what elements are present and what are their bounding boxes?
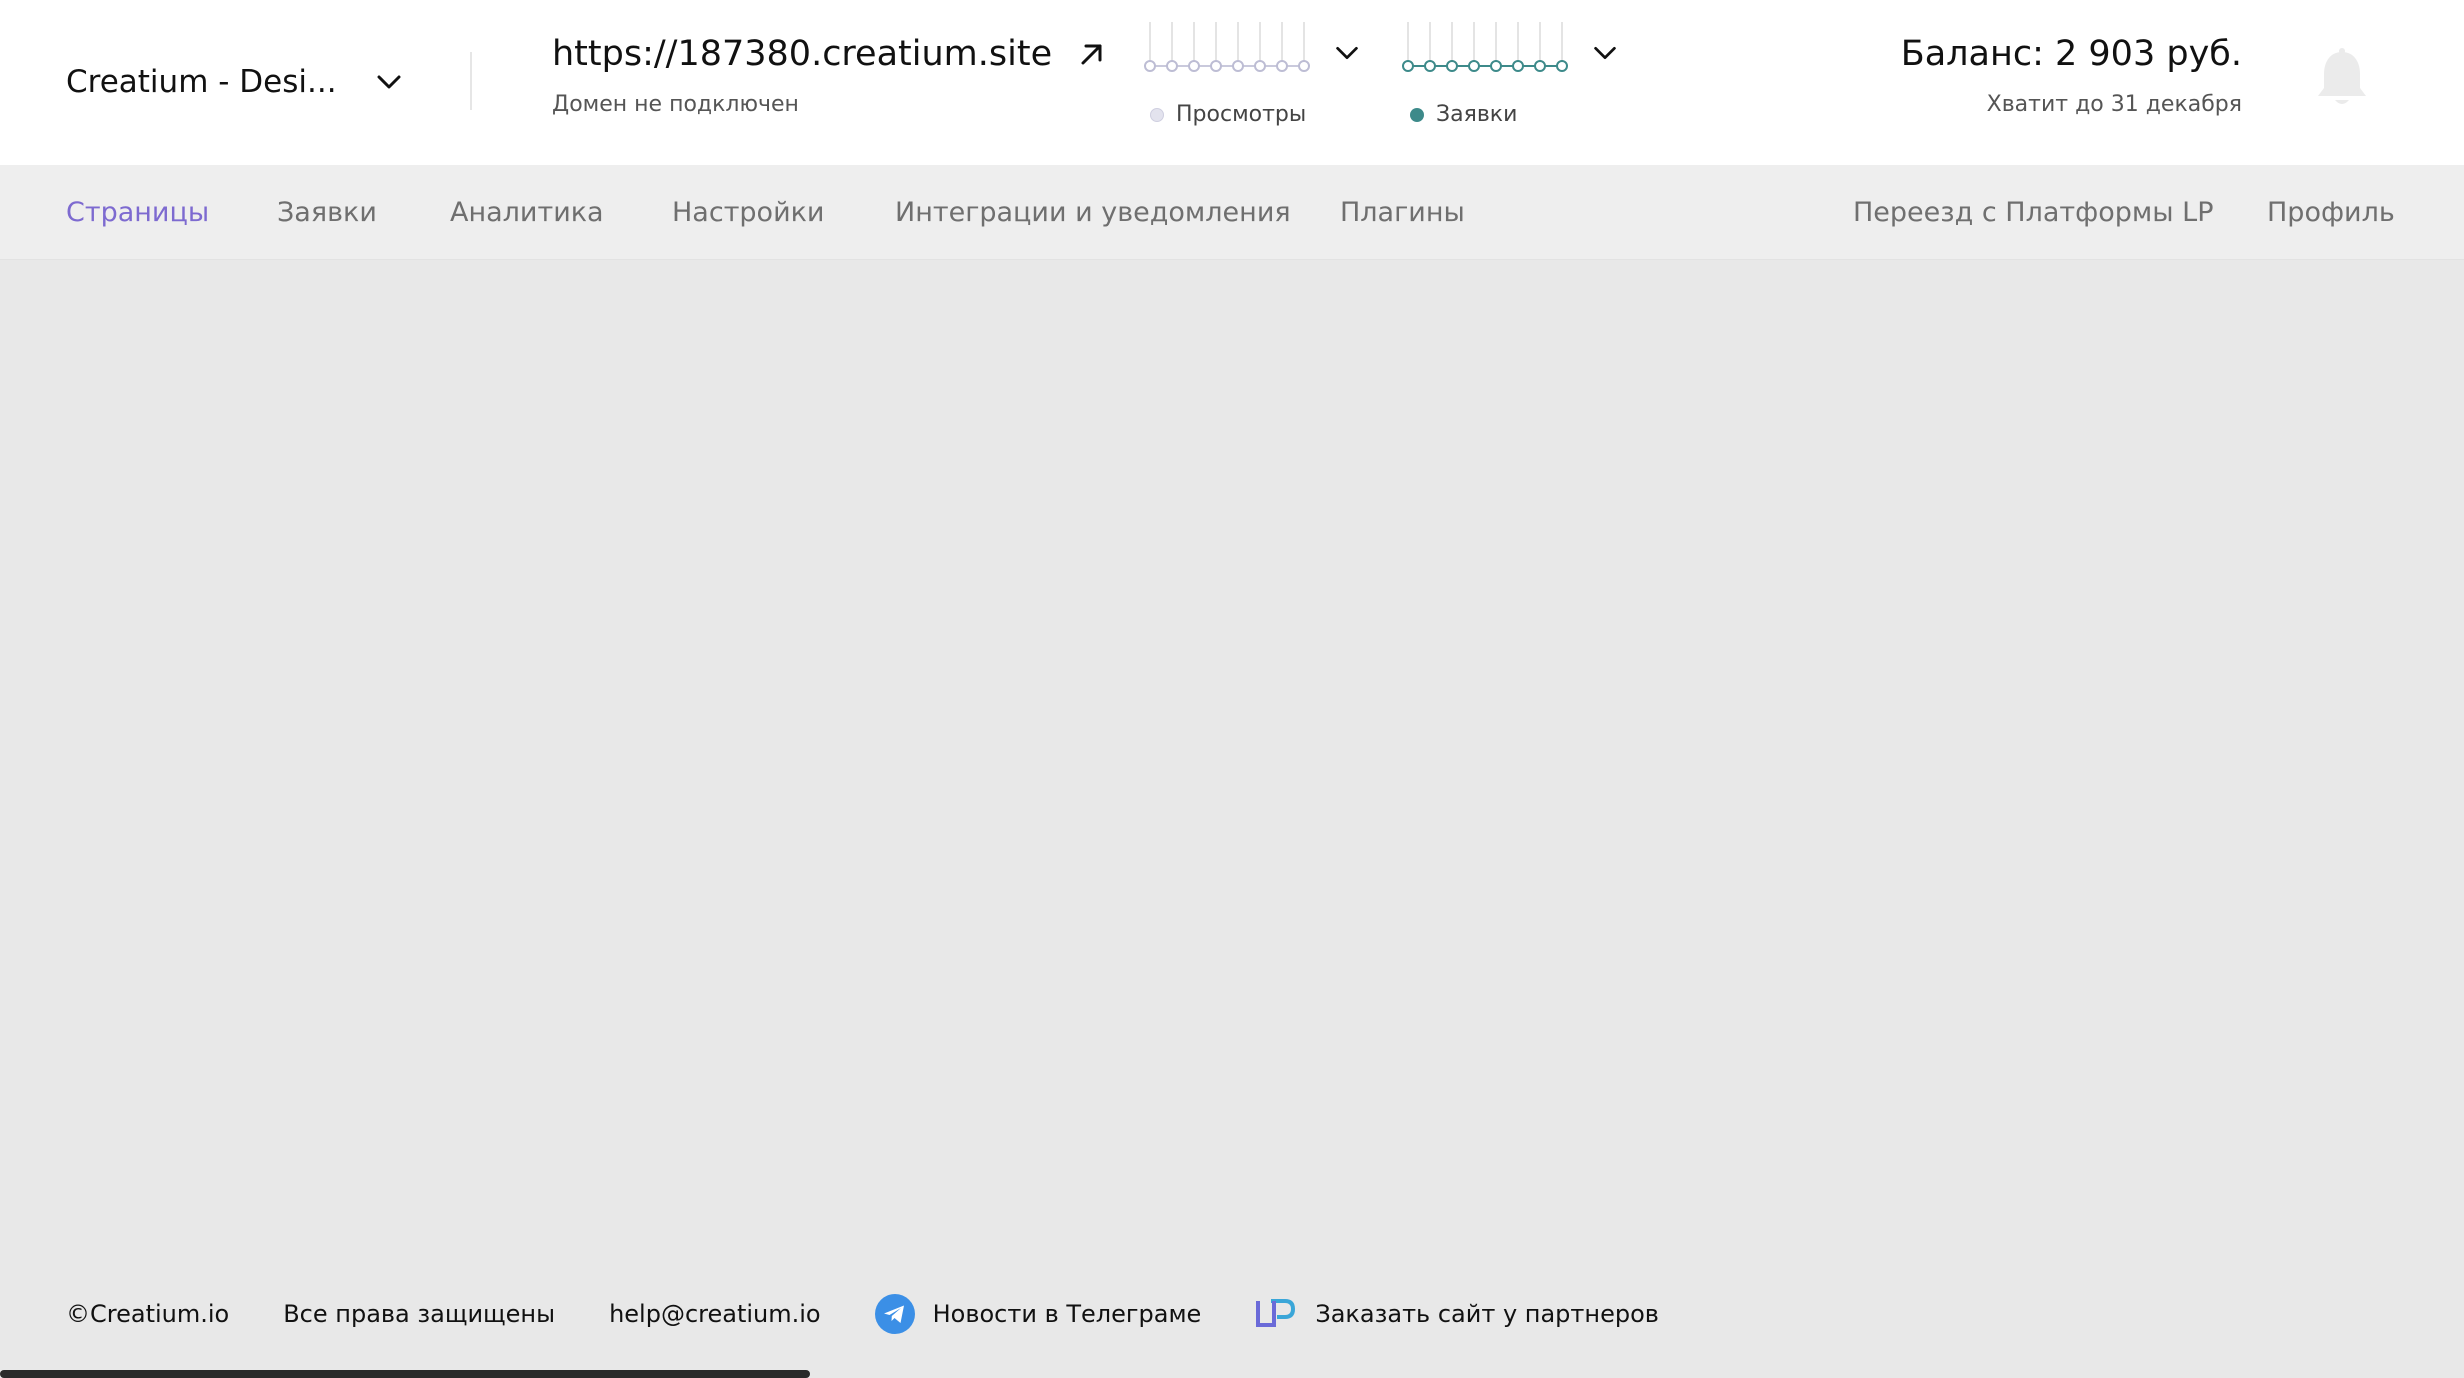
nav-settings[interactable]: Настройки [672,197,824,228]
leads-spark-point [1512,60,1524,72]
footer-partners-link[interactable]: Заказать сайт у партнеров [1255,1297,1659,1331]
leads-spark-point [1446,60,1458,72]
chevron-down-icon[interactable] [373,66,405,98]
views-spark-point [1144,60,1156,72]
leads-sparkline [1402,22,1568,72]
views-spark-point [1232,60,1244,72]
leads-stat-toggle[interactable] [1402,22,1620,84]
project-name: Creatium - Desi... [66,64,337,100]
footer-copyright: ©Creatium.io [66,1300,230,1328]
site-url[interactable]: https://187380.creatium.site [552,34,1052,74]
chevron-down-icon[interactable] [1590,38,1620,68]
views-label: Просмотры [1176,102,1307,127]
site-link[interactable]: https://187380.creatium.site [552,34,1108,74]
balance-title: Баланс: 2 903 руб. [1900,34,2242,74]
arrow-up-right-icon[interactable] [1076,38,1108,70]
nav-leads[interactable]: Заявки [277,197,377,228]
bell-icon[interactable] [2312,46,2372,110]
nav-profile[interactable]: Профиль [2267,197,2395,228]
leads-spark-point [1534,60,1546,72]
views-spark-point [1298,60,1310,72]
top-header: Creatium - Desi... https://187380.creati… [0,0,2464,165]
project-selector[interactable]: Creatium - Desi... [66,58,405,106]
header-divider [470,52,472,110]
footer: ©Creatium.io Все права защищены help@cre… [66,1294,1659,1334]
nav-migration[interactable]: Переезд с Платформы LP [1853,197,2213,228]
footer-telegram-link[interactable]: Новости в Телеграме [874,1294,1202,1334]
views-stat-toggle[interactable] [1144,22,1362,84]
leads-label: Заявки [1436,102,1518,127]
leads-spark-point [1490,60,1502,72]
footer-telegram-label: Новости в Телеграме [932,1300,1202,1328]
nav-integrations[interactable]: Интеграции и уведомления [895,197,1291,228]
views-spark-point [1276,60,1288,72]
views-stat: Просмотры [1144,22,1362,127]
leads-spark-point [1402,60,1414,72]
chevron-down-icon[interactable] [1332,38,1362,68]
nav-plugins[interactable]: Плагины [1340,197,1465,228]
views-spark-point [1254,60,1266,72]
telegram-icon [874,1294,915,1334]
views-sparkline [1144,22,1310,72]
views-spark-point [1166,60,1178,72]
views-spark-point [1210,60,1222,72]
nav-analytics[interactable]: Аналитика [450,197,604,228]
footer-partners-label: Заказать сайт у партнеров [1315,1300,1659,1328]
footer-rights: Все права защищены [283,1300,556,1328]
balance-info[interactable]: Баланс: 2 903 руб. Хватит до 31 декабря [1901,34,2242,117]
lp-icon [1256,1299,1296,1327]
views-legend-dot [1150,107,1164,122]
nav-pages[interactable]: Страницы [66,197,209,228]
site-info: https://187380.creatium.site Домен не по… [552,34,1108,117]
leads-legend: Заявки [1410,102,1517,127]
leads-spark-point [1424,60,1436,72]
balance-forecast: Хватит до 31 декабря [1986,92,2242,117]
horizontal-scrollbar[interactable] [0,1370,810,1378]
leads-legend-dot [1410,107,1424,122]
leads-spark-point [1468,60,1480,72]
views-spark-point [1188,60,1200,72]
leads-spark-point [1556,60,1568,72]
leads-stat: Заявки [1402,22,1620,127]
views-legend: Просмотры [1150,102,1306,127]
domain-status: Домен не подключен [552,92,799,117]
footer-email[interactable]: help@creatium.io [609,1300,821,1328]
main-nav: Страницы Заявки Аналитика Настройки Инте… [0,165,2464,260]
